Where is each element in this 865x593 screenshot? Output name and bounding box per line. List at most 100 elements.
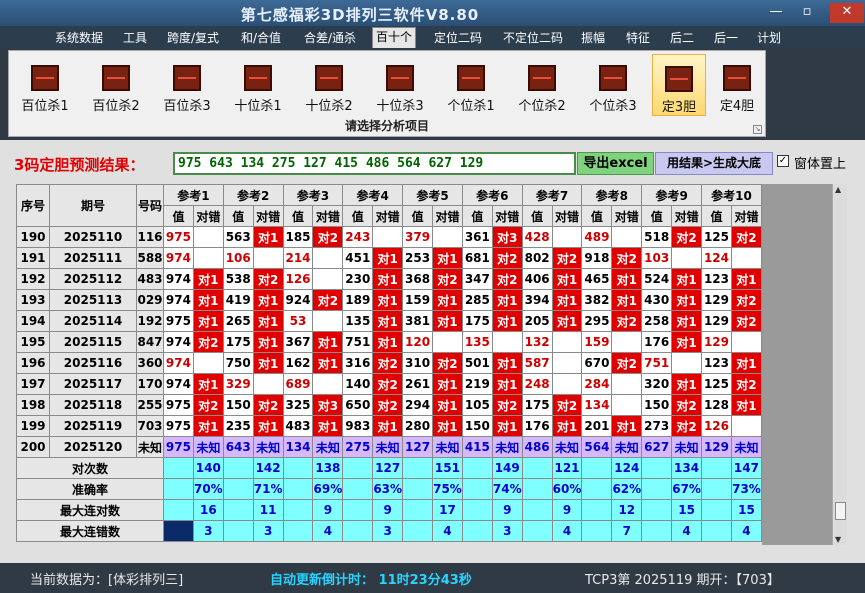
ref-result: 对2 [372,373,404,395]
close-button[interactable]: ✕ [830,3,864,23]
result-field[interactable]: 975 643 134 275 127 415 486 564 627 129 [173,152,576,175]
ref-value: 129 [701,289,732,311]
header-number: 号码 [136,184,164,227]
ref-value: 983 [342,415,374,437]
scroll-down-icon[interactable]: ▼ [835,535,841,544]
table-row[interactable]: 190 2025110 116 975 563 对1 185 对2 243 379 361 对3 428… [16,226,763,248]
ribbon-button[interactable]: 百位杀1 [12,54,78,116]
chart-icon [528,65,556,91]
stats-blank [701,478,732,500]
table-row[interactable]: 198 2025118 255 975 对2 150 对2 325 对3 650 对2 294 对1 10… [16,394,763,416]
ref-result [432,331,463,353]
export-excel-button[interactable]: 导出excel [577,152,654,175]
menu-item[interactable]: 工具 [120,29,150,46]
stats-value: 9 [312,499,344,521]
pending-row[interactable]: 200 2025120 未知 975 未知 643 未知 134 未知 275 未知 127 未知 415… [16,436,763,458]
ribbon-button-label: 定4胆 [719,99,755,114]
ref-result: 对2 [730,226,763,248]
scroll-thumb[interactable] [835,502,846,520]
row-number: 192 [136,310,164,332]
ribbon-button[interactable]: 十位杀2 [296,54,362,116]
stats-blank [581,457,613,479]
menu-item[interactable]: 后一 [711,29,741,46]
stats-row: 最大连对数 16 11 9 9 17 9 9 12 15 15 [16,499,763,521]
ref-value: 175 [461,310,493,332]
ribbon-button[interactable]: 个位杀1 [438,54,504,116]
stats-value: 138 [312,457,344,479]
generate-base-button[interactable]: 用结果>生成大底 [655,152,773,175]
menu-item[interactable]: 计划 [754,29,784,46]
table-row[interactable]: 196 2025116 360 974 750 对1 162 对1 316 对2 310 对2 501 对… [16,352,763,374]
ref-result [551,331,583,353]
ref-value: 974 [163,331,194,353]
menu-item[interactable]: 和/合值 [238,29,284,46]
ref-result: 对1 [432,415,463,437]
row-index: 193 [16,289,50,311]
ref-value: 486 [521,436,553,458]
ref-value: 489 [581,226,613,248]
menu-item[interactable]: 系统数据 [52,29,106,46]
header-value: 值 [641,205,673,227]
row-period: 2025110 [49,226,137,248]
ribbon-button[interactable]: 百位杀3 [154,54,220,116]
ref-result [551,226,583,248]
ribbon-button[interactable]: 十位杀1 [225,54,291,116]
ribbon-button[interactable]: 百位杀2 [83,54,149,116]
menu-item[interactable]: 后二 [667,29,697,46]
table-row[interactable]: 195 2025115 847 974 对2 175 对1 367 对1 751 对1 120 135 1… [16,331,763,353]
stats-blank [282,520,314,542]
maximize-button[interactable]: ▫ [793,3,821,23]
stats-value: 124 [611,457,643,479]
stats-blank [521,520,553,542]
ribbon-expand-icon[interactable]: ↘ [753,125,762,134]
header-ref: 参考1 [163,184,224,206]
vertical-scrollbar[interactable]: ▲ ▼ [832,184,847,545]
ref-value: 129 [701,310,732,332]
table-row[interactable]: 194 2025114 192 975 对1 265 对1 53 135 对1 381 对1 175 对1… [16,310,763,332]
ref-result: 对1 [491,415,523,437]
menu-item[interactable]: 特征 [623,29,653,46]
ribbon-button[interactable]: 十位杀3 [367,54,433,116]
header-value: 值 [521,205,553,227]
stats-blank [402,457,434,479]
header-result: 对错 [551,205,583,227]
table-row[interactable]: 191 2025111 588 974 106 214 451 对1 253 对1 681 对2 802… [16,247,763,269]
chart-icon [31,65,59,91]
ref-result: 对2 [312,226,344,248]
row-index: 190 [16,226,50,248]
ref-result: 对3 [312,394,344,416]
minimize-button[interactable]: — [762,3,790,23]
menu-item[interactable]: 振幅 [578,29,608,46]
stats-value: 17 [432,499,463,521]
chart-icon [315,65,343,91]
ref-value: 125 [701,226,732,248]
ref-result: 对2 [372,352,404,374]
stats-value: 69% [312,478,344,500]
table-row[interactable]: 197 2025117 170 974 对1 329 689 140 对2 261 对1 219 对1 2… [16,373,763,395]
ref-result: 对1 [730,268,763,290]
ref-result: 对1 [372,289,404,311]
ref-value: 123 [701,352,732,374]
menu-item[interactable]: 不定位二码 [500,29,566,46]
ribbon-button[interactable]: 定4胆 [709,54,765,116]
ribbon-button[interactable]: 个位杀3 [580,54,646,116]
menu-item[interactable]: 跨度/复式 [164,29,222,46]
ribbon-button[interactable]: 个位杀2 [509,54,575,116]
ref-result: 对1 [671,289,703,311]
menu-item[interactable]: 百十个 [372,27,417,48]
stats-blank [222,457,254,479]
scroll-up-icon[interactable]: ▲ [835,185,841,194]
table-row[interactable]: 199 2025119 703 975 对1 235 对1 483 对1 983 对1 280 对1 15… [16,415,763,437]
ribbon-button[interactable]: 定3胆 [652,54,706,116]
menu-item[interactable]: 合差/通杀 [301,29,359,46]
menu-item[interactable]: 定位二码 [431,29,485,46]
stats-value: 140 [192,457,224,479]
ref-result [252,247,284,269]
topmost-checkbox[interactable]: ✓ [777,155,789,167]
chart-icon [102,65,130,91]
table-row[interactable]: 193 2025113 029 974 对1 419 对1 924 对2 189 对1 159 对1 28… [16,289,763,311]
stats-value: 4 [671,520,703,542]
table-row[interactable]: 192 2025112 483 974 对1 538 对2 126 230 对1 368 对2 347 对… [16,268,763,290]
ref-value: 124 [701,247,732,269]
ref-result: 未知 [551,436,583,458]
